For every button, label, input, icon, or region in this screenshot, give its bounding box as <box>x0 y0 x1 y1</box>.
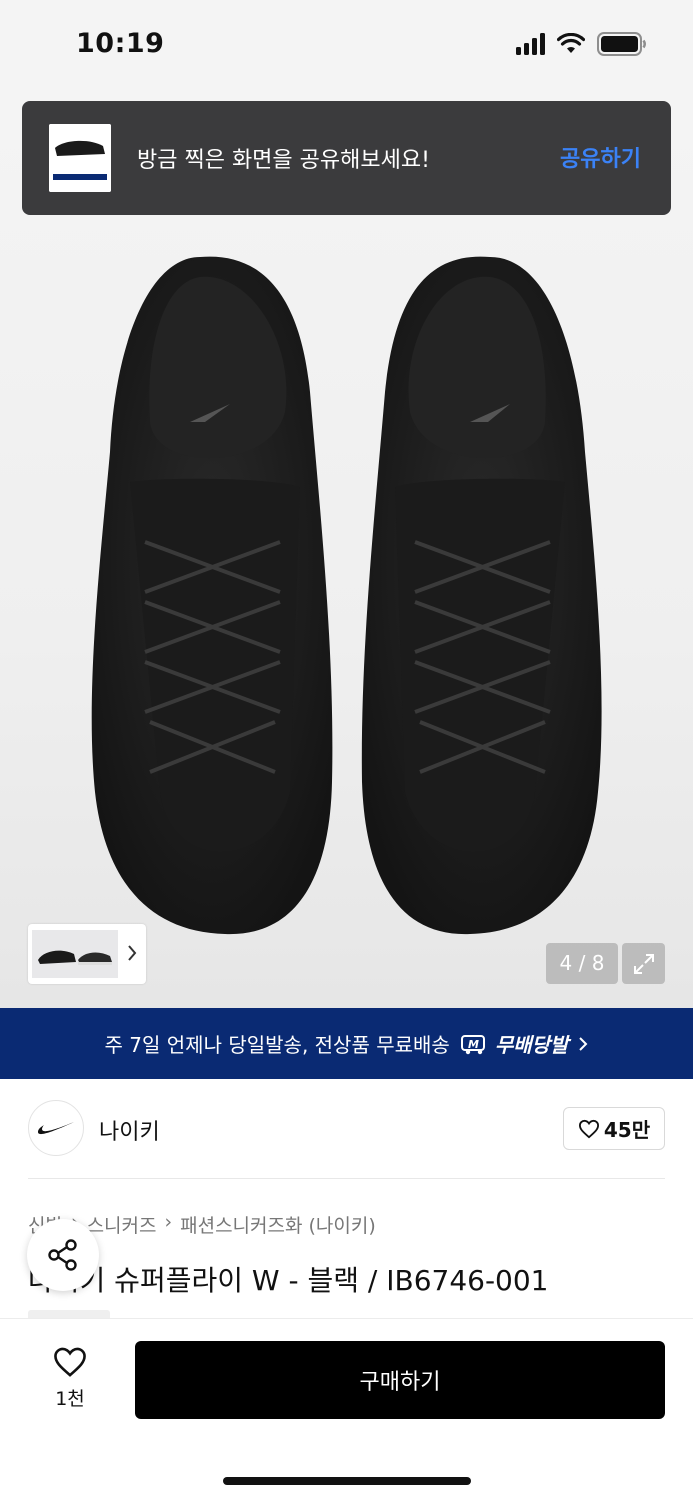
thumbnail-strip-button[interactable] <box>28 924 146 984</box>
heart-icon <box>578 1119 599 1138</box>
share-now-button[interactable]: 공유하기 <box>560 141 641 173</box>
share-toast: 방금 찍은 화면을 공유해보세요! 공유하기 <box>22 101 671 215</box>
heart-icon <box>54 1347 86 1377</box>
brand-like-button[interactable]: 45만 <box>563 1107 665 1150</box>
breadcrumb-item[interactable]: 패션스니커즈화 (나이키) <box>180 1211 376 1238</box>
product-image <box>91 256 602 935</box>
wishlist-button[interactable]: 1천 <box>40 1346 100 1411</box>
svg-text:M: M <box>468 1038 479 1051</box>
share-icon <box>48 1239 77 1271</box>
banner-brand: M 무배당발 <box>460 1029 569 1058</box>
product-image-gallery[interactable] <box>0 92 693 1008</box>
bottom-purchase-bar: 1천 구매하기 <box>0 1318 693 1500</box>
brand-name[interactable]: 나이키 <box>99 1114 160 1146</box>
brand-row: 나이키 45만 <box>28 1100 665 1158</box>
nike-swoosh-icon <box>38 1122 74 1135</box>
breadcrumb-separator: › <box>164 1211 173 1233</box>
wishlist-count: 1천 <box>55 1388 85 1410</box>
delivery-truck-icon: M <box>460 1034 485 1054</box>
wifi-icon <box>557 33 585 53</box>
status-time: 10:19 <box>76 28 165 59</box>
breadcrumb-item[interactable]: 스니커즈 <box>87 1211 157 1238</box>
brand-like-count: 45만 <box>603 1118 651 1142</box>
battery-icon <box>597 32 646 56</box>
image-counter: 4 / 8 <box>546 943 618 984</box>
delivery-banner[interactable]: 주 7일 언제나 당일발송, 전상품 무료배송 M 무배당발 <box>0 1008 693 1079</box>
status-icons <box>516 32 647 56</box>
share-button[interactable] <box>27 1219 99 1291</box>
thumbnail-image <box>32 930 118 978</box>
status-bar: 10:19 <box>0 0 693 92</box>
product-title: 나이키 슈퍼플라이 W - 블랙 / IB6746-001 <box>28 1264 549 1297</box>
screenshot-thumbnail[interactable] <box>49 124 111 192</box>
home-indicator[interactable] <box>223 1477 471 1485</box>
divider <box>28 1178 665 1179</box>
buy-button[interactable]: 구매하기 <box>135 1341 665 1419</box>
expand-image-button[interactable] <box>622 943 665 984</box>
expand-icon <box>633 953 654 974</box>
banner-brand-label: 무배당발 <box>494 1033 569 1057</box>
chevron-right-icon <box>579 1036 588 1051</box>
chevron-right-icon <box>128 945 137 961</box>
banner-text: 주 7일 언제나 당일발송, 전상품 무료배송 <box>104 1033 450 1057</box>
brand-logo[interactable] <box>28 1100 84 1156</box>
signal-icon <box>516 33 545 55</box>
toast-message: 방금 찍은 화면을 공유해보세요! <box>137 148 430 173</box>
